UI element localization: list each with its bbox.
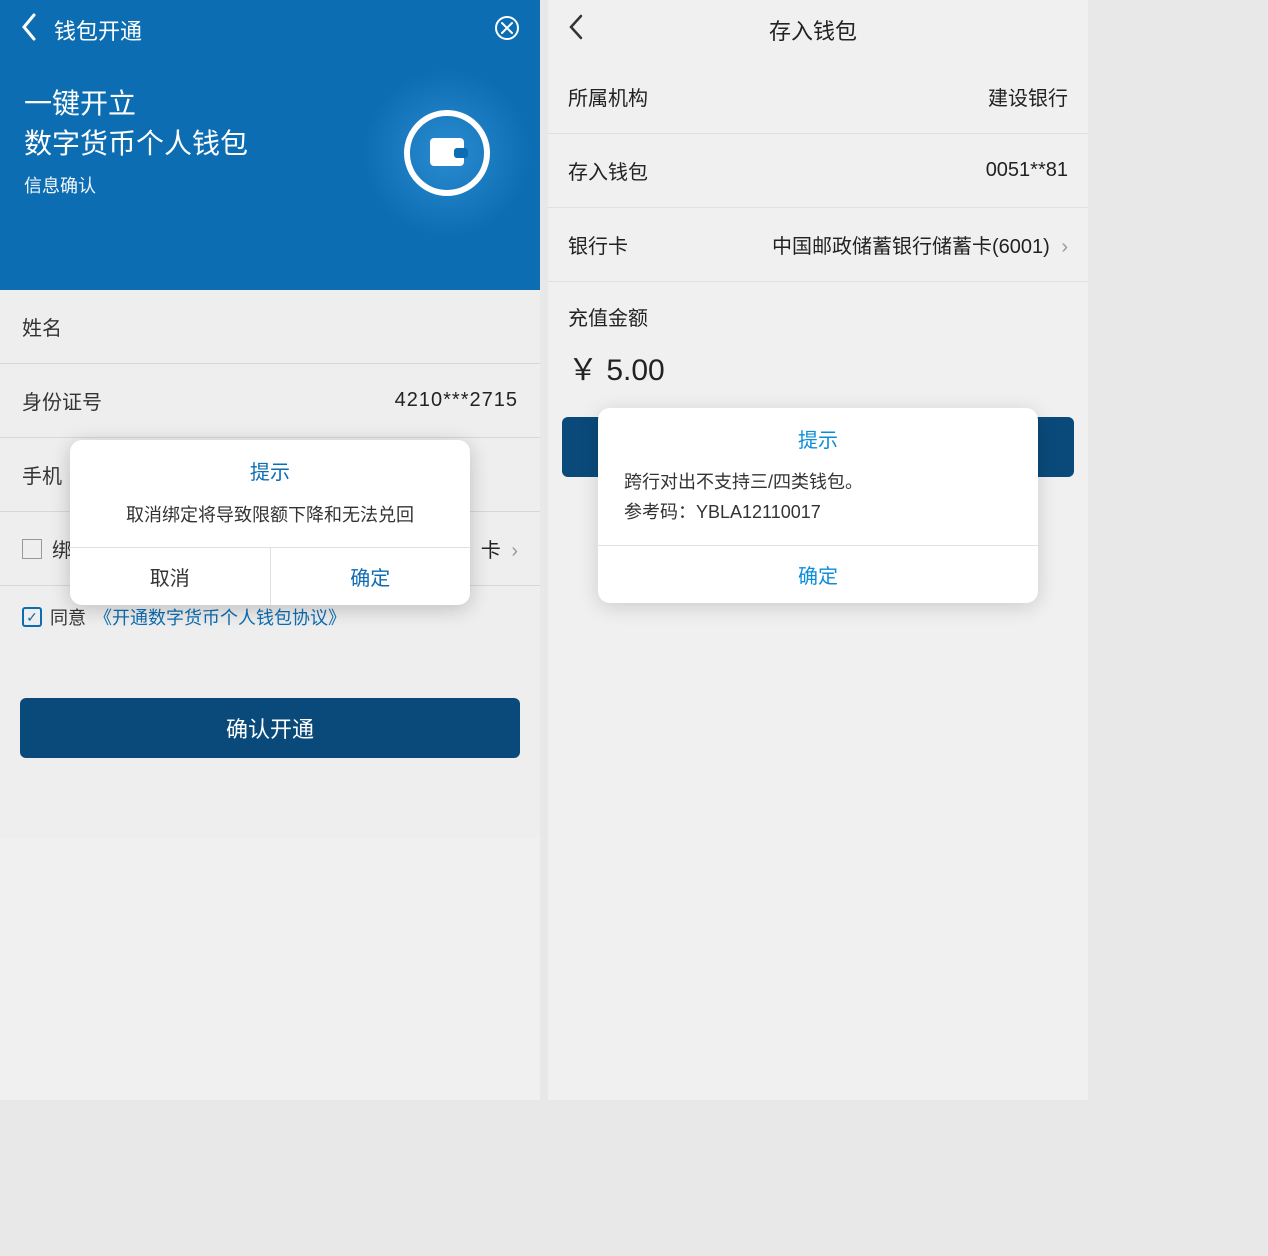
confirm-button[interactable]: 确定 <box>598 546 1038 603</box>
amount-value[interactable]: ￥ 5.00 <box>548 339 1088 417</box>
right-header: 存入钱包 <box>548 0 1088 60</box>
wallet-icon <box>382 88 512 218</box>
org-row: 所属机构 建设银行 <box>548 60 1088 134</box>
close-icon[interactable] <box>494 15 520 46</box>
right-dialog: 提示 跨行对出不支持三/四类钱包。 参考码：YBLA12110017 确定 <box>598 408 1038 603</box>
id-label: 身份证号 <box>22 386 102 415</box>
dialog-title: 提示 <box>70 440 470 493</box>
hero-section: 一键开立 数字货币个人钱包 信息确认 <box>0 60 540 290</box>
amount-label: 充值金额 <box>548 282 1088 339</box>
left-dialog: 提示 取消绑定将导致限额下降和无法兑回 取消 确定 <box>70 440 470 605</box>
dialog-body: 跨行对出不支持三/四类钱包。 参考码：YBLA12110017 <box>598 463 1038 545</box>
org-label: 所属机构 <box>568 82 648 111</box>
right-screen: 存入钱包 所属机构 建设银行 存入钱包 0051**81 银行卡 中国邮政储蓄银… <box>548 0 1088 1100</box>
id-value: 4210***2715 <box>395 389 518 412</box>
bind-value: 卡 <box>481 540 502 562</box>
chevron-right-icon: › <box>511 540 518 562</box>
right-title: 存入钱包 <box>558 14 1068 46</box>
bind-label: 绑 <box>52 534 72 563</box>
org-value: 建设银行 <box>988 82 1068 111</box>
agree-checkbox[interactable]: ✓ <box>22 607 42 627</box>
left-title: 钱包开通 <box>54 14 494 46</box>
wallet-value: 0051**81 <box>986 159 1068 182</box>
submit-label: 确认开通 <box>226 712 314 744</box>
name-label: 姓名 <box>22 312 62 341</box>
phone-label: 手机 <box>22 460 62 489</box>
dialog-buttons: 确定 <box>598 545 1038 603</box>
submit-button[interactable]: 确认开通 <box>20 698 520 758</box>
card-label: 银行卡 <box>568 230 628 259</box>
confirm-button[interactable]: 确定 <box>271 548 471 605</box>
dialog-buttons: 取消 确定 <box>70 547 470 605</box>
wallet-label: 存入钱包 <box>568 156 648 185</box>
dialog-body: 取消绑定将导致限额下降和无法兑回 <box>70 493 470 547</box>
agreement-link[interactable]: 《开通数字货币个人钱包协议》 <box>94 604 346 630</box>
card-row[interactable]: 银行卡 中国邮政储蓄银行储蓄卡(6001) › <box>548 208 1088 282</box>
chevron-right-icon: › <box>1061 236 1068 258</box>
card-value: 中国邮政储蓄银行储蓄卡(6001) <box>772 236 1050 258</box>
dialog-line2: 参考码：YBLA12110017 <box>624 497 1012 527</box>
back-icon[interactable] <box>20 13 38 48</box>
left-header: 钱包开通 <box>0 0 540 60</box>
agree-text: 同意 <box>50 604 86 630</box>
wallet-row[interactable]: 存入钱包 0051**81 <box>548 134 1088 208</box>
id-row[interactable]: 身份证号 4210***2715 <box>0 364 540 438</box>
left-screen: 钱包开通 一键开立 数字货币个人钱包 信息确认 姓名 身份证号 4210***2… <box>0 0 540 1100</box>
dialog-line1: 跨行对出不支持三/四类钱包。 <box>624 467 1012 497</box>
dialog-title: 提示 <box>598 408 1038 463</box>
name-row[interactable]: 姓名 <box>0 290 540 364</box>
bind-checkbox[interactable] <box>22 539 42 559</box>
cancel-button[interactable]: 取消 <box>70 548 271 605</box>
